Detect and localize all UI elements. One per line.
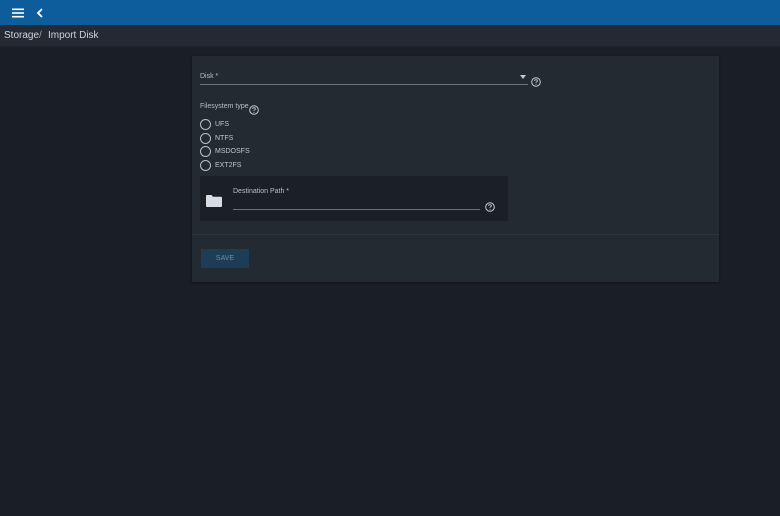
folder-icon[interactable] — [205, 194, 223, 208]
help-icon[interactable] — [485, 199, 495, 212]
radio-button-icon[interactable] — [200, 132, 211, 144]
import-disk-form: Disk * Filesystem type UFS NTFS MSDOSFS … — [192, 56, 719, 282]
radio-ufs[interactable]: UFS — [200, 118, 229, 130]
radio-ntfs[interactable]: NTFS — [200, 132, 233, 144]
breadcrumb: Storage / Import Disk — [0, 25, 780, 47]
radio-label: UFS — [215, 120, 229, 128]
help-icon[interactable] — [531, 74, 541, 87]
radio-button-icon[interactable] — [200, 145, 211, 157]
breadcrumb-separator: / — [39, 30, 42, 41]
filesystem-type-label: Filesystem type — [200, 103, 249, 110]
radio-ext2fs[interactable]: EXT2FS — [200, 159, 241, 171]
help-icon[interactable] — [249, 102, 259, 115]
destination-path-explorer: Destination Path * — [200, 176, 508, 221]
destination-path-input[interactable] — [233, 209, 480, 210]
breadcrumb-item-import-disk: Import Disk — [48, 30, 99, 41]
disk-select-label: Disk * — [200, 73, 219, 80]
hamburger-menu-icon[interactable] — [9, 4, 27, 21]
save-button[interactable]: SAVE — [201, 249, 249, 268]
destination-path-label: Destination Path * — [233, 188, 290, 195]
top-toolbar — [0, 0, 780, 25]
radio-button-icon[interactable] — [200, 118, 211, 130]
dropdown-arrow-icon[interactable] — [520, 75, 526, 79]
chevron-left-icon[interactable] — [31, 4, 49, 21]
radio-button-icon[interactable] — [200, 159, 211, 171]
radio-label: NTFS — [215, 134, 234, 142]
form-divider — [192, 234, 719, 235]
radio-label: MSDOSFS — [215, 147, 250, 155]
breadcrumb-item-storage[interactable]: Storage — [4, 30, 39, 41]
disk-select[interactable] — [200, 84, 528, 85]
radio-label: EXT2FS — [215, 161, 242, 169]
radio-msdosfs[interactable]: MSDOSFS — [200, 145, 250, 157]
